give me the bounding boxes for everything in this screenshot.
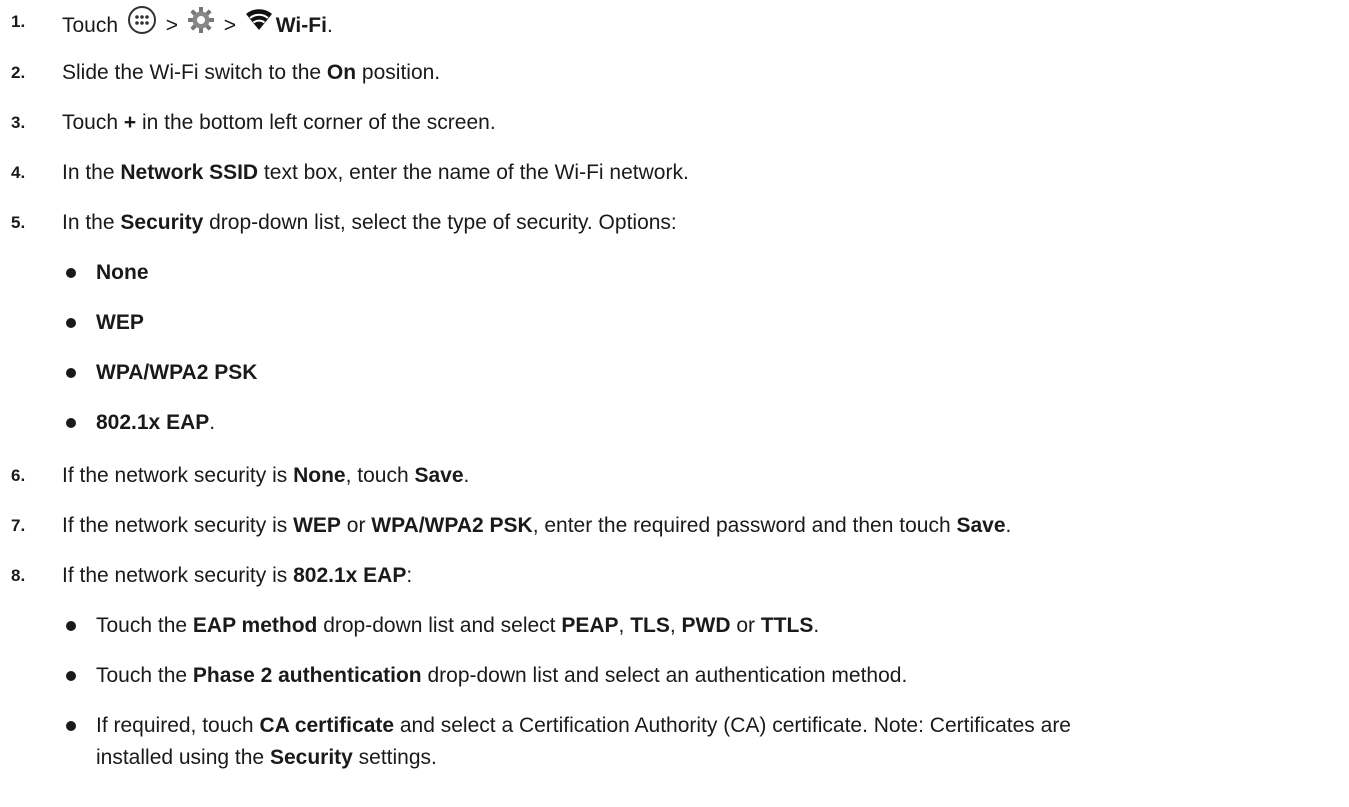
step-number: 8.: [11, 566, 26, 585]
bullet: [66, 318, 76, 328]
step-number: 3.: [11, 113, 26, 132]
step-number: 4.: [11, 163, 26, 182]
step-number: 7.: [11, 516, 26, 535]
bullet: [66, 268, 76, 278]
apps-icon: [127, 5, 157, 44]
bullet: [66, 368, 76, 378]
bullet: [66, 621, 76, 631]
separator: >: [223, 14, 236, 38]
step-number: 5.: [11, 213, 26, 232]
step-number: 1.: [11, 12, 26, 31]
wifi-label: Wi-Fi: [275, 14, 327, 38]
step-number: 2.: [11, 63, 26, 82]
settings-gear-icon: [187, 6, 215, 43]
bullet: [66, 418, 76, 428]
separator: >: [165, 14, 178, 38]
bullet: [66, 671, 76, 681]
bullet: [66, 721, 76, 731]
step-number: 6.: [11, 466, 26, 485]
wifi-icon: [245, 8, 273, 41]
step-text: Touch: [62, 14, 119, 38]
